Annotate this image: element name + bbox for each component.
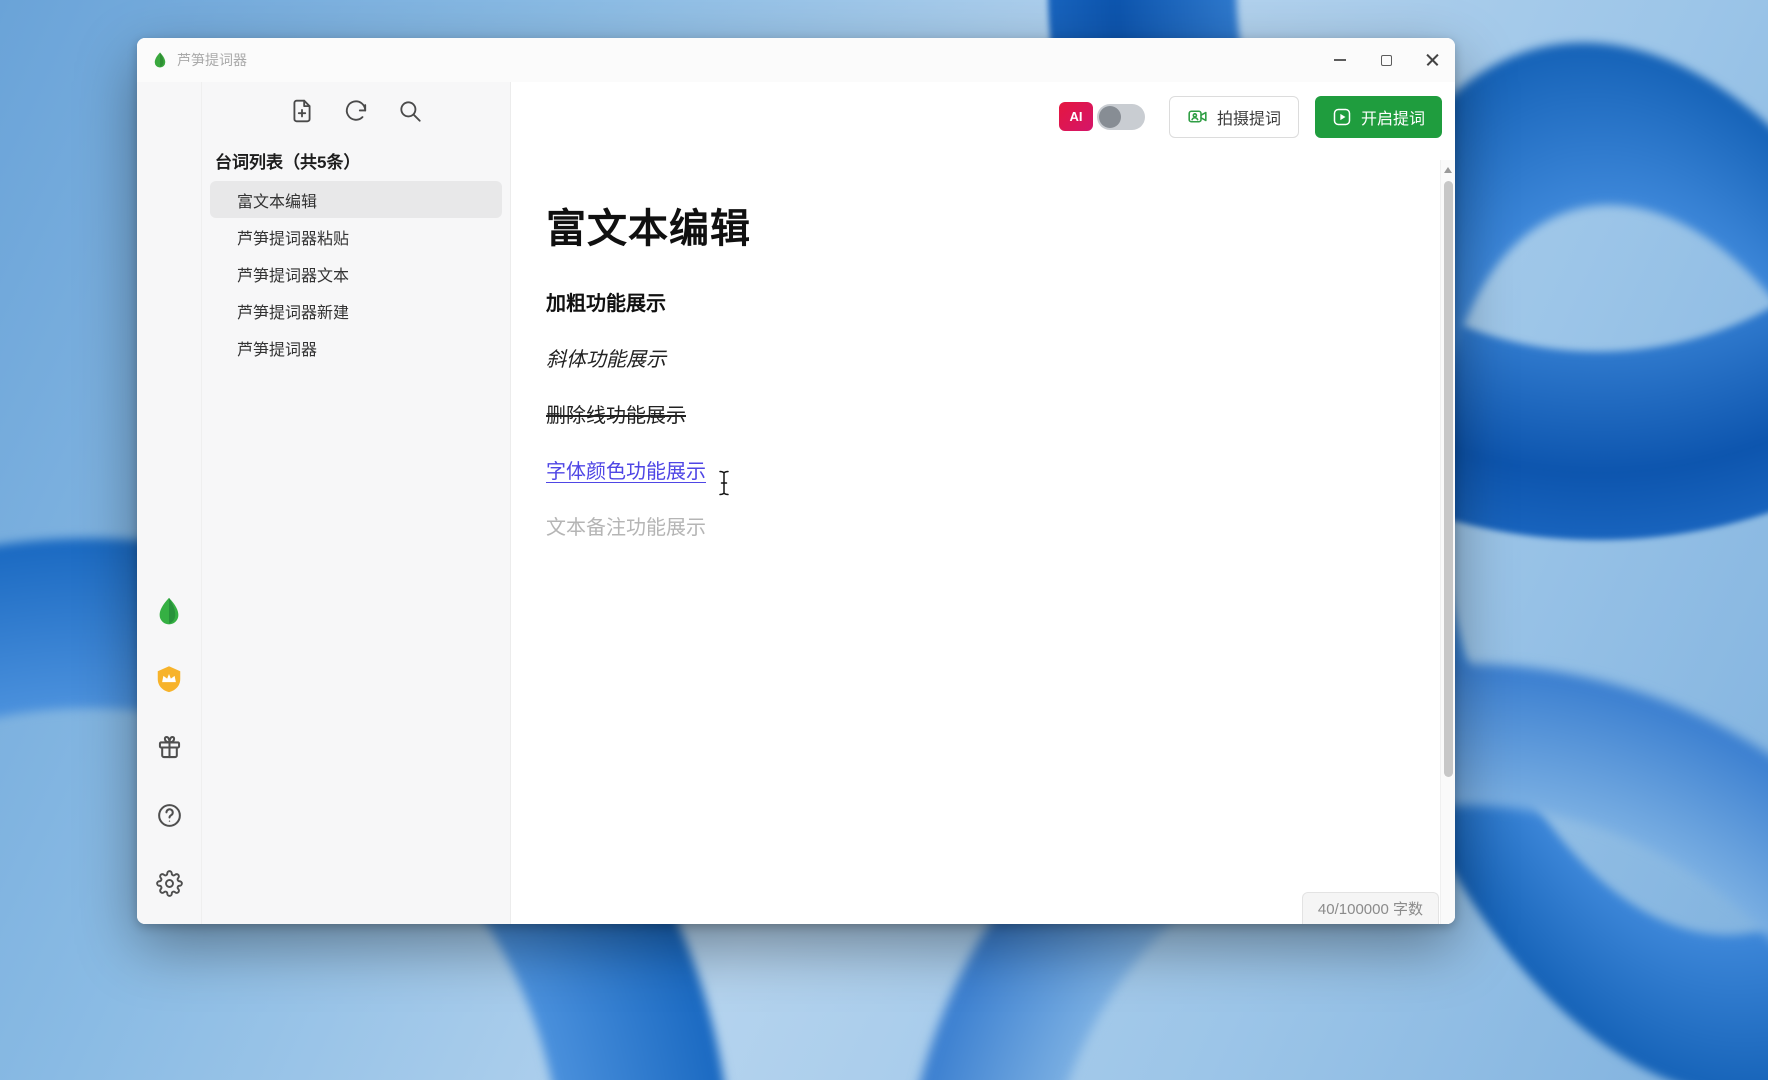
maximize-icon xyxy=(1381,55,1392,66)
app-window: 芦笋提词器 xyxy=(137,38,1455,924)
paragraph-italic[interactable]: 斜体功能展示 xyxy=(546,346,1455,374)
search-icon[interactable] xyxy=(397,98,423,124)
paragraph-bold[interactable]: 加粗功能展示 xyxy=(546,290,1455,318)
script-list: 富文本编辑芦笋提词器粘贴芦笋提词器文本芦笋提词器新建芦笋提词器 xyxy=(202,181,510,366)
script-panel: 台词列表（共5条） 富文本编辑芦笋提词器粘贴芦笋提词器文本芦笋提词器新建芦笋提词… xyxy=(201,82,511,924)
script-list-item[interactable]: 富文本编辑 xyxy=(210,181,502,218)
help-icon[interactable] xyxy=(152,798,186,832)
capture-prompt-label: 拍摄提词 xyxy=(1217,105,1281,129)
new-script-icon[interactable] xyxy=(289,98,315,124)
window-title: 芦笋提词器 xyxy=(177,50,247,70)
paragraph-note[interactable]: 文本备注功能展示 xyxy=(546,514,1455,542)
ai-toggle-group[interactable]: AI xyxy=(1059,102,1145,131)
brand-leaf-icon[interactable] xyxy=(152,594,186,628)
toggle-knob xyxy=(1099,106,1121,128)
paragraph-color[interactable]: 字体颜色功能展示 xyxy=(546,458,1455,486)
app-leaf-icon xyxy=(151,51,169,69)
play-icon xyxy=(1332,107,1352,127)
editor-area: AI 拍摄提词 开启提词 xyxy=(511,82,1455,924)
editor-header: AI 拍摄提词 开启提词 xyxy=(511,82,1455,138)
scroll-up-arrow-icon[interactable] xyxy=(1444,167,1452,173)
close-button[interactable] xyxy=(1409,38,1455,82)
script-list-heading: 台词列表（共5条） xyxy=(215,148,510,173)
start-prompt-button[interactable]: 开启提词 xyxy=(1315,96,1442,138)
word-count: 40/100000 字数 xyxy=(1302,892,1439,924)
editor-paragraphs: 加粗功能展示斜体功能展示删除线功能展示字体颜色功能展示文本备注功能展示 xyxy=(546,290,1455,542)
script-list-item[interactable]: 芦笋提词器 xyxy=(210,329,502,366)
start-prompt-label: 开启提词 xyxy=(1361,105,1425,129)
scrollbar[interactable] xyxy=(1440,160,1455,924)
script-toolbar xyxy=(202,82,510,134)
minimize-button[interactable] xyxy=(1317,38,1363,82)
capture-prompt-button[interactable]: 拍摄提词 xyxy=(1169,96,1299,138)
titlebar[interactable]: 芦笋提词器 xyxy=(137,38,1455,82)
window-controls xyxy=(1317,38,1455,82)
document-title[interactable]: 富文本编辑 xyxy=(546,196,1455,254)
refresh-icon[interactable] xyxy=(343,98,369,124)
minimize-icon xyxy=(1334,59,1346,61)
camera-icon xyxy=(1187,106,1208,127)
close-icon xyxy=(1426,54,1439,67)
vip-crown-icon[interactable] xyxy=(152,662,186,696)
icon-rail xyxy=(137,82,201,924)
script-list-item[interactable]: 芦笋提词器新建 xyxy=(210,292,502,329)
editor-content[interactable]: 富文本编辑 加粗功能展示斜体功能展示删除线功能展示字体颜色功能展示文本备注功能展… xyxy=(511,138,1455,570)
paragraph-strike[interactable]: 删除线功能展示 xyxy=(546,402,1455,430)
settings-gear-icon[interactable] xyxy=(152,866,186,900)
desktop: 芦笋提词器 xyxy=(0,0,1768,1080)
ai-badge: AI xyxy=(1059,102,1093,131)
maximize-button[interactable] xyxy=(1363,38,1409,82)
gift-icon[interactable] xyxy=(152,730,186,764)
script-list-item[interactable]: 芦笋提词器粘贴 xyxy=(210,218,502,255)
ai-toggle-switch[interactable] xyxy=(1097,104,1145,130)
script-list-item[interactable]: 芦笋提词器文本 xyxy=(210,255,502,292)
scrollbar-thumb[interactable] xyxy=(1444,181,1453,777)
